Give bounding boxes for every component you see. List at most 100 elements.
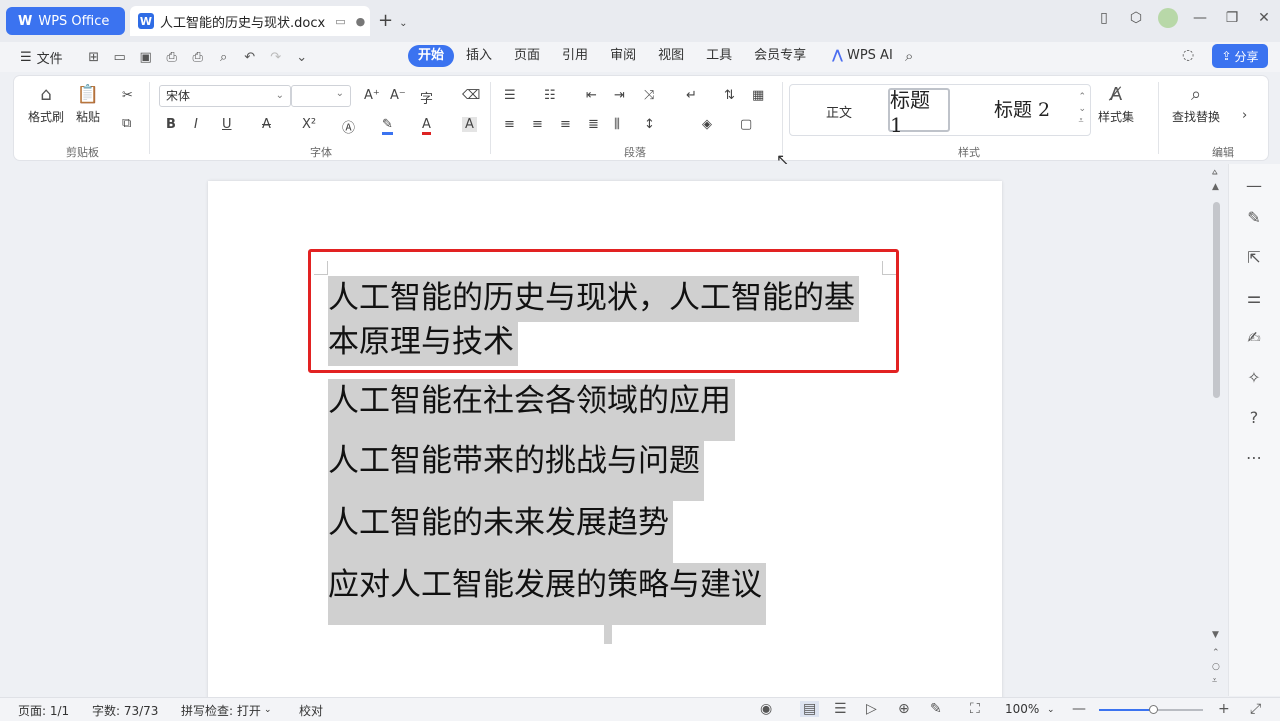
chevron-down-icon[interactable]: ⌄	[264, 705, 272, 715]
tab-tools[interactable]: 工具	[706, 45, 732, 67]
page-indicator[interactable]: 页面: 1/1	[18, 702, 69, 719]
chat-icon[interactable]: ◌	[1182, 47, 1194, 63]
paste-button[interactable]: 📋 粘贴	[76, 84, 100, 125]
numbered-list-icon[interactable]: ☷	[544, 88, 556, 103]
tab-insert[interactable]: 插入	[466, 45, 492, 67]
distribute-icon[interactable]: ⫼	[614, 117, 620, 132]
new-tab-button[interactable]: + ⌄	[378, 10, 407, 31]
scroll-top-icon[interactable]: ⩠	[1212, 168, 1217, 178]
zoom-level[interactable]: 100%	[1005, 702, 1039, 716]
shading-icon[interactable]: ◈	[702, 117, 712, 132]
tab-review[interactable]: 审阅	[610, 45, 636, 67]
document-line[interactable]: 人工智能在社会各领域的应用	[328, 379, 735, 441]
clear-format-icon[interactable]: ⌫	[462, 88, 480, 103]
print-icon[interactable]: ⎙	[185, 50, 211, 65]
align-right-icon[interactable]: ≡	[560, 117, 571, 132]
search-icon[interactable]: ⌕	[905, 47, 913, 65]
style-normal[interactable]: 正文	[826, 102, 852, 121]
select-cursor-icon[interactable]: ⇱	[1243, 248, 1265, 267]
superscript-icon[interactable]: X²	[302, 117, 316, 132]
pen-icon[interactable]: ✎	[1243, 208, 1265, 227]
more-icon[interactable]: ⋯	[1243, 448, 1265, 467]
spell-check-toggle[interactable]: 拼写检查: 打开	[181, 702, 261, 719]
bullet-list-icon[interactable]: ☰	[504, 88, 516, 103]
wps-ai-button[interactable]: ⋀ WPS AI	[832, 48, 893, 63]
wps-office-tab[interactable]: W WPS Office	[6, 7, 125, 35]
undo-icon[interactable]: ↶	[237, 50, 263, 65]
zoom-in-icon[interactable]: +	[1218, 701, 1230, 717]
find-replace-button[interactable]: ⌕ 查找替换	[1172, 84, 1220, 125]
sort-icon[interactable]: ⇅	[724, 88, 735, 103]
close-icon[interactable]: ✕	[1248, 10, 1280, 26]
print-preview-icon[interactable]: ⌕	[211, 50, 237, 65]
scroll-down-icon[interactable]: ▼	[1212, 630, 1219, 640]
cut-icon[interactable]: ✂	[122, 88, 133, 103]
justify-icon[interactable]: ≣	[588, 117, 599, 132]
zoom-slider-knob[interactable]	[1149, 705, 1158, 714]
fit-page-icon[interactable]: ⛶	[970, 701, 980, 717]
line-wrap-icon[interactable]: ↵	[686, 88, 697, 103]
document-line[interactable]: 应对人工智能发展的策略与建议	[328, 563, 766, 625]
share-button[interactable]: ⇪ 分享	[1212, 44, 1268, 68]
save-icon[interactable]: ▣	[133, 50, 159, 65]
minimize-icon[interactable]: —	[1184, 10, 1216, 26]
font-size-select[interactable]: ⌄	[291, 85, 351, 107]
help-icon[interactable]: ?	[1243, 408, 1265, 427]
line-spacing-icon[interactable]: ↕	[644, 117, 655, 132]
select-browse-icon[interactable]: ○	[1212, 662, 1220, 672]
tab-member[interactable]: 会员专享	[754, 45, 806, 67]
restore-icon[interactable]: ❐	[1216, 10, 1248, 26]
tab-references[interactable]: 引用	[562, 45, 588, 67]
tab-view[interactable]: 视图	[658, 45, 684, 67]
shrink-font-icon[interactable]: A⁻	[390, 88, 406, 103]
web-view-icon[interactable]: ⊕	[898, 701, 910, 717]
unsaved-dot-icon[interactable]: ●	[356, 15, 366, 28]
zoom-out-icon[interactable]: —	[1072, 701, 1086, 717]
grow-font-icon[interactable]: A⁺	[364, 88, 380, 103]
document-line[interactable]: 人工智能的未来发展趋势	[328, 501, 673, 563]
bold-icon[interactable]: B	[166, 117, 176, 132]
copy-icon[interactable]: ⧉	[122, 116, 131, 131]
open-folder-icon[interactable]: ▭	[107, 50, 133, 65]
cube-icon[interactable]: ⬡	[1120, 10, 1152, 26]
strikethrough-icon[interactable]: A	[262, 117, 271, 132]
avatar[interactable]	[1158, 8, 1178, 28]
style-set-button[interactable]: A̸ 样式集	[1098, 84, 1134, 125]
play-icon[interactable]: ▷	[866, 701, 877, 717]
vertical-scrollbar[interactable]: ⩠ ▲ ▼ ⌃ ○ ⩡	[1210, 164, 1224, 696]
phonetic-icon[interactable]: 字	[420, 88, 433, 107]
align-left-icon[interactable]: ≡	[504, 117, 515, 132]
pen-mode-icon[interactable]: ✎	[930, 701, 942, 717]
tools-icon[interactable]: ✧	[1243, 368, 1265, 387]
increase-indent-icon[interactable]: ⇥	[614, 88, 625, 103]
decrease-indent-icon[interactable]: ⇤	[586, 88, 597, 103]
collapse-icon[interactable]: —	[1243, 176, 1265, 195]
document-tab[interactable]: W 人工智能的历史与现状.docx ▭ ●	[130, 6, 370, 36]
chevron-down-icon[interactable]: ⌄	[1047, 705, 1055, 715]
layout-icon[interactable]: ▯	[1088, 10, 1120, 26]
redo-icon[interactable]: ↷	[263, 50, 289, 65]
format-painter-button[interactable]: ⌂ 格式刷	[28, 84, 64, 125]
document-page[interactable]: 人工智能的历史与现状，人工智能的基 本原理与技术 人工智能在社会各领域的应用 人…	[208, 181, 1002, 701]
word-count[interactable]: 字数: 73/73	[92, 702, 158, 719]
more-chevron-icon[interactable]: ⌄	[289, 50, 315, 65]
chevron-right-icon[interactable]: ›	[1242, 108, 1247, 123]
next-page-icon[interactable]: ⩡	[1212, 676, 1217, 686]
chevron-down-icon[interactable]: ⌄	[399, 18, 407, 29]
style-heading-2[interactable]: 标题 2	[994, 95, 1050, 122]
page-view-icon[interactable]: ▤	[800, 701, 820, 717]
style-heading-1[interactable]: 标题 1	[888, 88, 950, 137]
text-direction-icon[interactable]: ⤨	[644, 88, 654, 103]
italic-icon[interactable]: I	[194, 117, 198, 132]
prev-page-icon[interactable]: ⌃	[1212, 648, 1220, 658]
eye-icon[interactable]: ◉	[760, 701, 772, 717]
font-color-icon[interactable]: A	[422, 117, 431, 135]
sliders-icon[interactable]: ⚌	[1243, 288, 1265, 307]
export-icon[interactable]: ⎙	[159, 50, 185, 65]
file-menu[interactable]: ☰ 文件	[20, 48, 63, 67]
scroll-up-icon[interactable]: ▲	[1212, 182, 1219, 192]
proofread-button[interactable]: 校对	[299, 702, 323, 719]
style-scroll-icon[interactable]: ⌃ ⌄ ⩡	[1078, 91, 1086, 127]
show-marks-icon[interactable]: ▦	[752, 88, 764, 103]
document-line[interactable]: 人工智能带来的挑战与问题	[328, 439, 704, 501]
